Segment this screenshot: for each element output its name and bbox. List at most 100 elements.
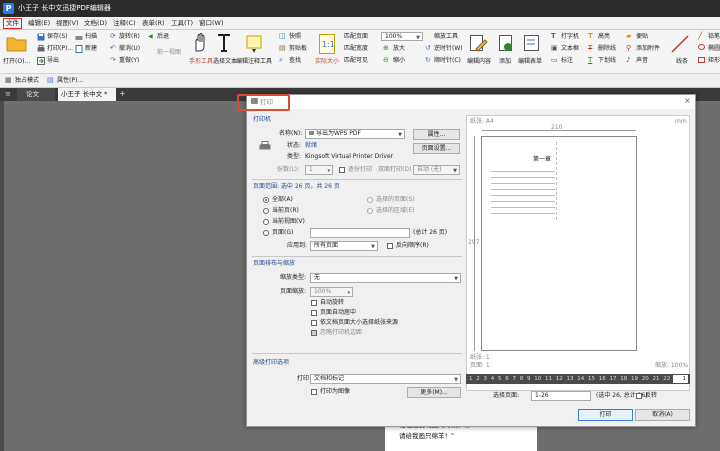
- printer-icon: [259, 141, 271, 150]
- new-button[interactable]: 新建: [85, 45, 97, 53]
- collate-checkbox[interactable]: [339, 167, 345, 173]
- previous-view-button[interactable]: 前一视图: [157, 49, 181, 57]
- cancel-button[interactable]: 取消(A): [635, 409, 690, 421]
- sidebar-toggle-icon[interactable]: ≡: [5, 90, 11, 98]
- page-setup-button[interactable]: 页面设置...: [413, 143, 460, 154]
- menu-comment[interactable]: 注释(C): [111, 18, 138, 29]
- snapshot-button[interactable]: 快照: [289, 33, 301, 41]
- sticky-note-button[interactable]: 便贴: [636, 33, 648, 41]
- choose-paper-checkbox[interactable]: [311, 320, 317, 326]
- reverse-order-checkbox[interactable]: [387, 243, 393, 249]
- typewriter-button[interactable]: 打字机: [561, 33, 579, 41]
- menu-view[interactable]: 视图(V): [54, 18, 81, 29]
- auto-rotate-checkbox[interactable]: [311, 300, 317, 306]
- auto-center-checkbox[interactable]: [311, 310, 317, 316]
- printer-select[interactable]: 导出为WPS PDF ▼: [305, 129, 405, 139]
- menu-edit[interactable]: 编辑(E): [26, 18, 52, 29]
- find-button[interactable]: 查找: [289, 57, 301, 65]
- print-button[interactable]: 打印: [578, 409, 633, 421]
- print-button[interactable]: 打印(P)...: [47, 45, 73, 53]
- select-text-button[interactable]: 选择文本: [213, 58, 237, 66]
- range-selected-area-radio[interactable]: [367, 208, 373, 214]
- sound-button[interactable]: 声音: [636, 57, 648, 65]
- more-button[interactable]: 更多(M)...: [407, 387, 461, 398]
- standalone-mode-button[interactable]: 独占模式: [15, 77, 39, 85]
- edit-form-button[interactable]: 编辑表单: [518, 58, 542, 66]
- properties-button[interactable]: 属性(P)...: [57, 77, 83, 85]
- print-what-select[interactable]: 文档和标记 ▼: [310, 374, 461, 384]
- close-icon[interactable]: ×: [684, 96, 691, 105]
- menu-form[interactable]: 表单(R): [140, 18, 167, 29]
- underline-button[interactable]: 下划线: [598, 57, 616, 65]
- rotate-button[interactable]: 旋转(R): [119, 33, 140, 41]
- rectangle-button[interactable]: 矩形: [708, 57, 720, 65]
- page-thumbnail-strip[interactable]: 1 2 3 4 5 6 7 8 9 10 11 12 13 14 15 16 1…: [466, 374, 690, 384]
- hand-tool-button[interactable]: 手形工具: [189, 58, 213, 66]
- open-button[interactable]: 打开(O)...: [3, 58, 30, 66]
- scale-type-select[interactable]: 无 ▼: [310, 273, 461, 283]
- actual-size-button[interactable]: 实际大小: [315, 58, 339, 66]
- open-folder-icon[interactable]: [6, 34, 28, 52]
- range-pages-radio[interactable]: [263, 230, 269, 236]
- fit-visible-button[interactable]: 匹配可见: [344, 57, 368, 65]
- redo-button[interactable]: 重做(Y): [119, 57, 139, 65]
- preview-page-heading: 第一章: [533, 156, 552, 163]
- page-zoom-input[interactable]: 100% ▾: [310, 287, 353, 297]
- print-dialog: 打印 × 打印机 名称(N): 导出为WPS PDF ▼ 属性... 状态: 就绪…: [237, 94, 696, 427]
- undo-button[interactable]: 撤消(U): [119, 45, 140, 53]
- save-button[interactable]: 保存(S): [47, 33, 68, 41]
- range-pages-label: 页面(G): [272, 229, 294, 236]
- new-tab-icon[interactable]: +: [119, 89, 126, 98]
- page-nav-input[interactable]: 1: [673, 375, 688, 383]
- fit-width-button[interactable]: 匹配宽度: [344, 45, 368, 53]
- export-button[interactable]: 导出: [47, 57, 59, 65]
- strikethrough-button[interactable]: 删除线: [598, 45, 616, 53]
- textbox-button[interactable]: 文本框: [561, 45, 579, 53]
- highlight-button[interactable]: 高亮: [598, 33, 610, 41]
- zoom-in-button[interactable]: 放大: [393, 45, 405, 53]
- pencil-button[interactable]: 铅笔: [708, 33, 720, 41]
- menu-window[interactable]: 窗口(W): [197, 18, 226, 29]
- scan-button[interactable]: 扫描: [85, 33, 97, 41]
- duplex-label: 双面打印(D): [378, 166, 412, 173]
- print-as-image-checkbox[interactable]: [311, 389, 317, 395]
- edit-annotation-button[interactable]: 编辑注释工具: [236, 58, 272, 66]
- menu-file[interactable]: 文件: [3, 18, 22, 29]
- emulate-margin-checkbox[interactable]: [311, 330, 317, 336]
- collate-label: 逐份打印: [348, 166, 373, 173]
- edit-content-button[interactable]: 编辑内容: [467, 58, 491, 66]
- page-range-input[interactable]: [310, 228, 410, 238]
- range-all-radio[interactable]: [263, 197, 269, 203]
- zoom-out-button[interactable]: 缩小: [393, 57, 405, 65]
- line-tool-button[interactable]: 线条: [676, 58, 688, 66]
- duplex-select[interactable]: 自动 (无) ▼: [413, 165, 460, 175]
- status-value: 就绪: [305, 142, 318, 149]
- add-attachment-button[interactable]: 添加附件: [636, 45, 660, 53]
- range-current-radio[interactable]: [263, 208, 269, 214]
- page-number: 4: [490, 376, 495, 382]
- ellipse-button[interactable]: 椭圆: [708, 45, 720, 53]
- tab-little-prince[interactable]: 小王子 长中文 *: [58, 88, 116, 101]
- svg-text:1:1: 1:1: [322, 40, 335, 49]
- clipboard-button[interactable]: 剪贴板: [289, 45, 307, 53]
- tab-thesis[interactable]: 论文: [17, 88, 55, 101]
- printer-icon: [309, 131, 314, 135]
- menu-document[interactable]: 文档(D): [82, 18, 109, 29]
- copies-input[interactable]: 1 ▾: [305, 165, 333, 175]
- zoom-tool-button[interactable]: 缩放工具: [434, 33, 458, 41]
- callout-button[interactable]: 标注: [561, 57, 573, 65]
- printer-properties-button[interactable]: 属性...: [413, 129, 460, 140]
- select-pages-input[interactable]: 1-26: [531, 391, 591, 401]
- back-button[interactable]: 后退: [157, 33, 169, 41]
- rotate-clockwise-button[interactable]: 顺时针(C): [434, 57, 461, 65]
- zoom-select[interactable]: 100% ▼: [381, 32, 423, 41]
- invert-checkbox[interactable]: [636, 393, 642, 399]
- menu-tools[interactable]: 工具(T): [169, 18, 195, 29]
- range-view-radio[interactable]: [263, 219, 269, 225]
- preview-unit-label: mm: [675, 118, 687, 125]
- apply-to-select[interactable]: 所有页面 ▼: [310, 241, 378, 251]
- rotate-counterclockwise-button[interactable]: 逆时针(W): [434, 45, 463, 53]
- range-selected-pages-radio[interactable]: [367, 197, 373, 203]
- add-button[interactable]: 添加: [499, 58, 511, 66]
- fit-page-button[interactable]: 匹配页面: [344, 33, 368, 41]
